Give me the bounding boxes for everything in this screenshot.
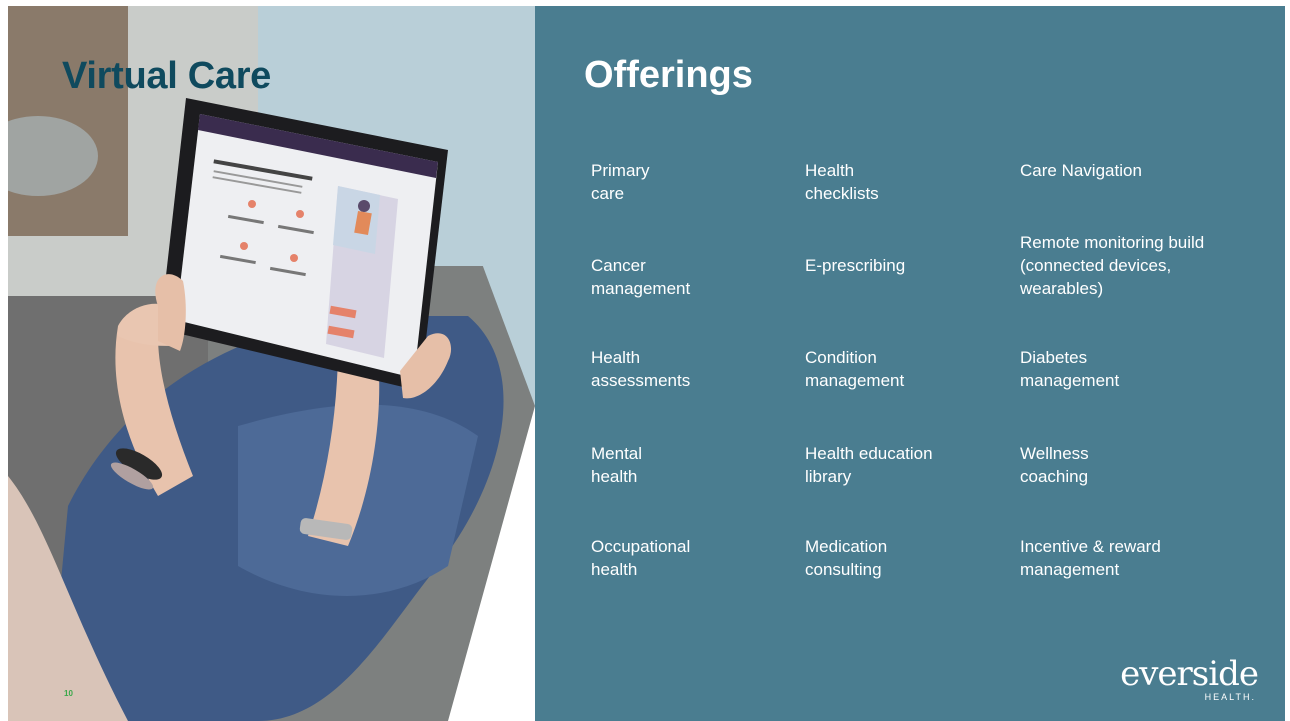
logo-wordmark: everside [1120,654,1259,694]
offering-item: Incentive & reward management [1020,537,1161,579]
offering-item: Mental health [591,444,643,486]
everside-logo: everside HEALTH. [1098,654,1259,710]
slide: Virtual Care 10 Offerings Primary care H… [0,0,1290,721]
page-number: 10 [64,689,73,698]
offering-item: E-prescribing [805,256,906,275]
offering-item: Wellness coaching [1020,444,1089,486]
offering-item: Condition management [805,348,905,390]
offering-item: Cancer management [591,256,691,298]
photo-panel: Virtual Care 10 [8,6,535,721]
offering-item: Primary care [591,161,650,203]
offering-item: Occupational health [591,537,691,579]
offering-item: Medication consulting [805,537,888,579]
logo-subtitle: HEALTH. [1204,692,1256,702]
tablet-photo [8,6,535,721]
page-title: Virtual Care [62,55,272,97]
offering-item: Diabetes management [1020,348,1120,390]
offerings-grid: Primary care Health checklists Care Navi… [535,6,1285,721]
offering-item: Remote monitoring build (connected devic… [1020,233,1205,298]
offering-item: Care Navigation [1020,161,1142,180]
offering-item: Health assessments [591,348,691,390]
offering-item: Health checklists [805,161,879,203]
offering-item: Health education library [805,444,933,486]
offerings-panel: Offerings Primary care Health checklists… [535,6,1285,721]
